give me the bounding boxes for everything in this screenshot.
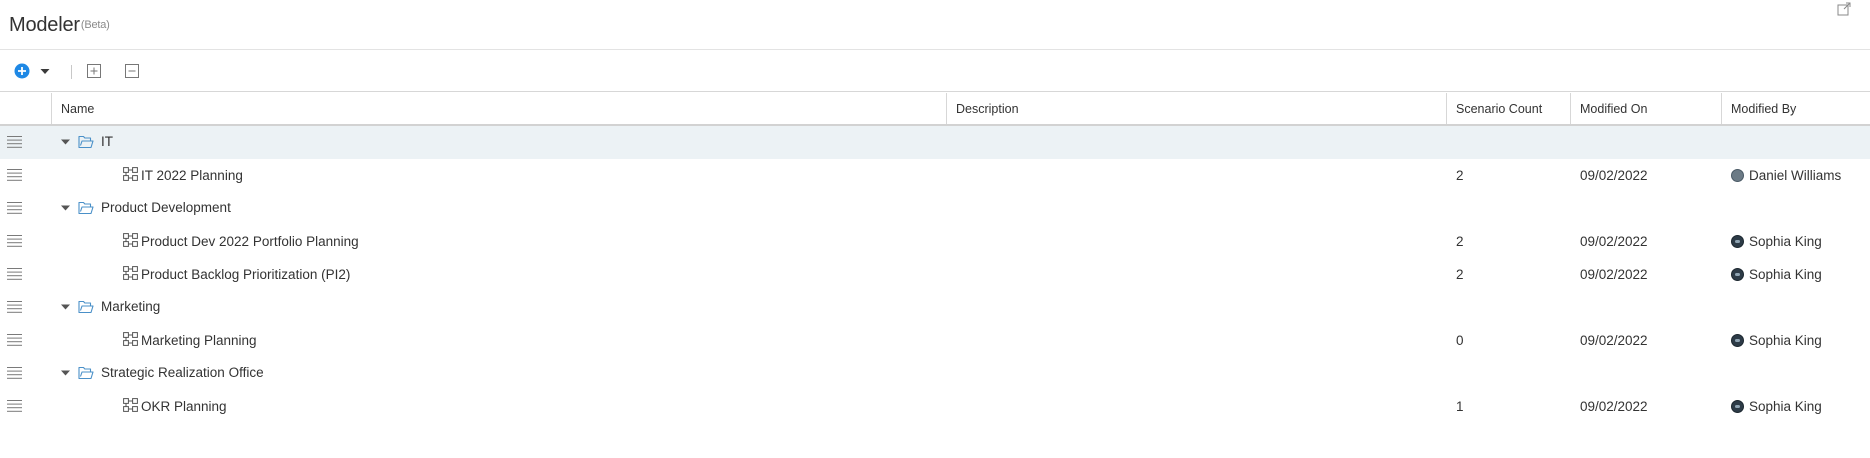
column-header-name[interactable]: Name [51,93,946,124]
drag-handle-icon[interactable] [7,202,22,214]
folder-open-icon [78,201,94,215]
modified-by: Sophia King [1731,234,1822,249]
app-title: Modeler [9,14,80,36]
avatar [1731,334,1744,347]
model-row[interactable]: OKR Planning 1 09/02/2022 Sophia King [0,390,1870,423]
grid-header: Name Description Scenario Count Modified… [0,93,1870,126]
drag-handle-icon[interactable] [7,268,22,280]
drag-handle-icon[interactable] [7,334,22,346]
model-name[interactable]: Product Dev 2022 Portfolio Planning [141,234,359,249]
model-icon [123,233,138,247]
model-name[interactable]: IT 2022 Planning [141,168,243,183]
modified-on: 09/02/2022 [1580,168,1648,183]
folder-row[interactable]: IT [0,126,1870,159]
add-menu-button[interactable] [14,61,52,81]
caret-down-icon[interactable] [39,66,51,76]
expand-all-icon[interactable] [86,63,102,79]
page-title: Modeler(Beta) [9,14,110,37]
collapse-caret-icon[interactable] [60,204,71,212]
model-icon [123,266,138,280]
toolbar [0,51,1870,92]
collapse-caret-icon[interactable] [60,369,71,377]
model-name[interactable]: Product Backlog Prioritization (PI2) [141,267,350,282]
column-header-scenario-count[interactable]: Scenario Count [1446,93,1570,124]
drag-handle-icon[interactable] [7,400,22,412]
user-name: Sophia King [1749,234,1822,249]
drag-handle-icon[interactable] [7,136,22,148]
modified-by: Sophia King [1731,399,1822,414]
collapse-caret-icon[interactable] [60,138,71,146]
drag-handle-icon[interactable] [7,301,22,313]
user-name: Sophia King [1749,333,1822,348]
avatar [1731,235,1744,248]
drag-handle-icon[interactable] [7,235,22,247]
model-row[interactable]: Product Dev 2022 Portfolio Planning 2 09… [0,225,1870,258]
model-icon [123,167,138,181]
scenario-count: 2 [1456,267,1464,282]
modified-by: Sophia King [1731,333,1822,348]
scenario-count: 1 [1456,399,1464,414]
scenario-count: 0 [1456,333,1464,348]
avatar [1731,169,1744,182]
drag-handle-icon[interactable] [7,169,22,181]
plus-circle-icon[interactable] [14,63,30,79]
column-header-modified-by[interactable]: Modified By [1721,93,1870,124]
folder-row[interactable]: Product Development [0,192,1870,225]
model-row[interactable]: Product Backlog Prioritization (PI2) 2 0… [0,258,1870,291]
collapse-all-icon[interactable] [124,63,140,79]
folder-row[interactable]: Strategic Realization Office [0,357,1870,390]
collapse-caret-icon[interactable] [60,303,71,311]
beta-badge: (Beta) [80,19,110,31]
folder-name[interactable]: Strategic Realization Office [101,365,264,380]
model-row[interactable]: IT 2022 Planning 2 09/02/2022 Daniel Wil… [0,159,1870,192]
model-name[interactable]: OKR Planning [141,399,227,414]
user-name: Sophia King [1749,399,1822,414]
folder-open-icon [78,366,94,380]
scenario-count: 2 [1456,234,1464,249]
model-icon [123,332,138,346]
folder-name[interactable]: Product Development [101,200,231,215]
avatar [1731,400,1744,413]
expand-icon[interactable] [1837,2,1851,16]
modified-on: 09/02/2022 [1580,399,1648,414]
scenario-count: 2 [1456,168,1464,183]
modified-on: 09/02/2022 [1580,333,1648,348]
folder-name[interactable]: Marketing [101,299,160,314]
folder-open-icon [78,135,94,149]
column-header-description[interactable]: Description [946,93,1446,124]
model-name[interactable]: Marketing Planning [141,333,257,348]
user-name: Daniel Williams [1749,168,1842,183]
title-bar: Modeler(Beta) [0,0,1870,50]
modified-by: Sophia King [1731,267,1822,282]
folder-row[interactable]: Marketing [0,291,1870,324]
folder-open-icon [78,300,94,314]
model-icon [123,398,138,412]
column-header-modified-on[interactable]: Modified On [1570,93,1721,124]
modified-by: Daniel Williams [1731,168,1841,183]
modified-on: 09/02/2022 [1580,234,1648,249]
model-row[interactable]: Marketing Planning 0 09/02/2022 Sophia K… [0,324,1870,357]
drag-handle-icon[interactable] [7,367,22,379]
folder-name[interactable]: IT [101,134,113,149]
toolbar-divider [71,65,72,79]
avatar [1731,268,1744,281]
modified-on: 09/02/2022 [1580,267,1648,282]
user-name: Sophia King [1749,267,1822,282]
models-grid: Name Description Scenario Count Modified… [0,93,1870,423]
